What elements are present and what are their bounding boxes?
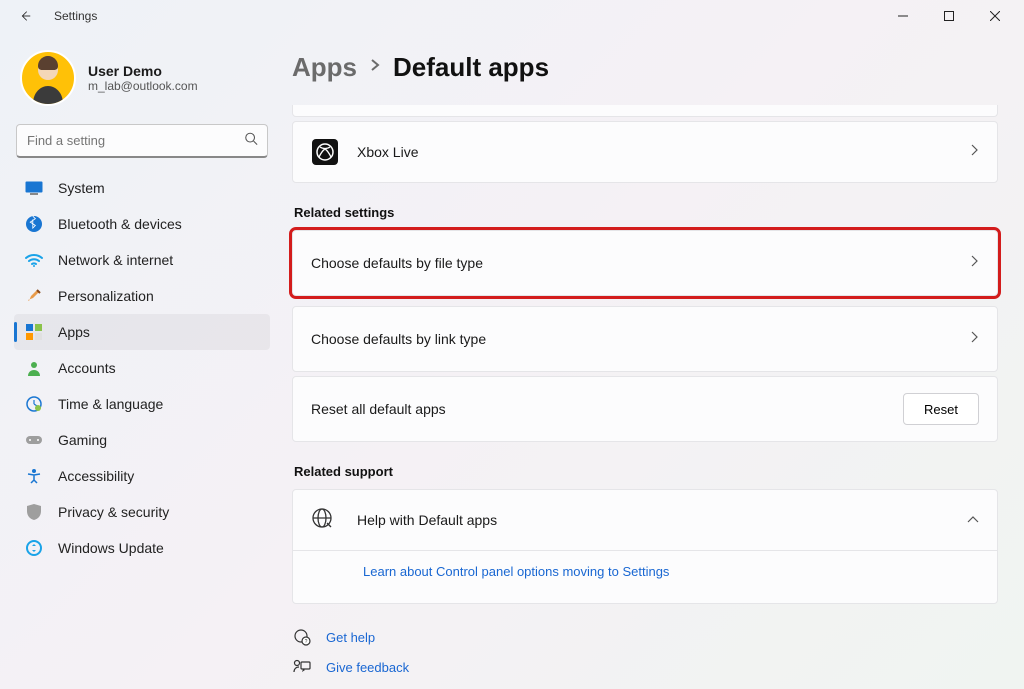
search-input[interactable] — [16, 124, 268, 158]
section-related-support: Related support — [294, 464, 998, 479]
reset-label: Reset all default apps — [311, 401, 903, 417]
breadcrumb-parent[interactable]: Apps — [292, 52, 357, 83]
chevron-up-icon — [967, 511, 979, 529]
nav-label: Gaming — [58, 432, 107, 448]
system-icon — [24, 178, 44, 198]
chevron-right-icon — [971, 143, 979, 161]
nav-label: Accounts — [58, 360, 116, 376]
maximize-button[interactable] — [926, 0, 972, 32]
nav-label: Accessibility — [58, 468, 134, 484]
nav-network[interactable]: Network & internet — [14, 242, 270, 278]
nav-accounts[interactable]: Accounts — [14, 350, 270, 386]
help-chat-icon: ? — [292, 628, 312, 646]
nav-label: Bluetooth & devices — [58, 216, 182, 232]
close-button[interactable] — [972, 0, 1018, 32]
window-title: Settings — [54, 9, 97, 23]
breadcrumb-current: Default apps — [393, 52, 549, 83]
update-icon — [24, 538, 44, 558]
nav-label: Apps — [58, 324, 90, 340]
nav-accessibility[interactable]: Accessibility — [14, 458, 270, 494]
choose-defaults-file-type[interactable]: Choose defaults by file type — [292, 230, 998, 296]
globe-icon — [311, 507, 339, 534]
row-label: Choose defaults by file type — [311, 255, 971, 271]
arrow-left-icon — [18, 9, 32, 23]
nav-label: System — [58, 180, 105, 196]
search-icon — [244, 132, 258, 151]
svg-text:?: ? — [305, 639, 308, 645]
search-box — [16, 124, 268, 158]
gamepad-icon — [24, 430, 44, 450]
bluetooth-icon — [24, 214, 44, 234]
sidebar: User Demo m_lab@outlook.com System Bluet… — [0, 32, 280, 689]
reset-button[interactable]: Reset — [903, 393, 979, 425]
get-help-link[interactable]: ? Get help — [292, 622, 998, 652]
person-icon — [24, 358, 44, 378]
maximize-icon — [944, 11, 954, 21]
feedback-icon — [292, 659, 312, 675]
close-icon — [990, 11, 1000, 21]
nav-label: Privacy & security — [58, 504, 169, 520]
brush-icon — [24, 286, 44, 306]
nav-label: Personalization — [58, 288, 154, 304]
help-title: Help with Default apps — [357, 512, 967, 528]
window-controls — [880, 0, 1018, 32]
globe-clock-icon — [24, 394, 44, 414]
nav-label: Time & language — [58, 396, 163, 412]
nav-label: Network & internet — [58, 252, 173, 268]
app-label: Xbox Live — [357, 144, 971, 160]
app-row-xbox-live[interactable]: Xbox Live — [292, 121, 998, 183]
nav-label: Windows Update — [58, 540, 164, 556]
nav-privacy[interactable]: Privacy & security — [14, 494, 270, 530]
main-content: Apps Default apps Xbox Live Related sett… — [280, 32, 1024, 689]
nav-bluetooth[interactable]: Bluetooth & devices — [14, 206, 270, 242]
title-bar: Settings — [0, 0, 1024, 32]
nav-personalization[interactable]: Personalization — [14, 278, 270, 314]
row-label: Choose defaults by link type — [311, 331, 971, 347]
back-button[interactable] — [14, 5, 36, 27]
nav-apps[interactable]: Apps — [14, 314, 270, 350]
link-text: Get help — [326, 630, 375, 645]
list-stub-bottom — [292, 105, 998, 117]
nav-time-language[interactable]: Time & language — [14, 386, 270, 422]
link-text: Give feedback — [326, 660, 409, 675]
chevron-right-icon — [369, 57, 381, 78]
chevron-right-icon — [971, 254, 979, 272]
help-header[interactable]: Help with Default apps — [293, 490, 997, 550]
user-name: User Demo — [88, 63, 198, 79]
breadcrumb: Apps Default apps — [292, 52, 998, 83]
accessibility-icon — [24, 466, 44, 486]
nav-list: System Bluetooth & devices Network & int… — [14, 170, 270, 566]
xbox-icon — [311, 138, 339, 166]
footer-links: ? Get help Give feedback — [292, 622, 998, 682]
section-related-settings: Related settings — [294, 205, 998, 220]
choose-defaults-link-type[interactable]: Choose defaults by link type — [292, 306, 998, 372]
avatar — [20, 50, 76, 106]
shield-icon — [24, 502, 44, 522]
chevron-right-icon — [971, 330, 979, 348]
nav-system[interactable]: System — [14, 170, 270, 206]
minimize-icon — [898, 11, 908, 21]
nav-windows-update[interactable]: Windows Update — [14, 530, 270, 566]
minimize-button[interactable] — [880, 0, 926, 32]
help-link[interactable]: Learn about Control panel options moving… — [363, 564, 669, 579]
give-feedback-link[interactable]: Give feedback — [292, 652, 998, 682]
wifi-icon — [24, 250, 44, 270]
nav-gaming[interactable]: Gaming — [14, 422, 270, 458]
reset-defaults-row: Reset all default apps Reset — [292, 376, 998, 442]
user-profile[interactable]: User Demo m_lab@outlook.com — [14, 42, 270, 120]
user-email: m_lab@outlook.com — [88, 79, 198, 93]
help-card: Help with Default apps Learn about Contr… — [292, 489, 998, 604]
apps-icon — [24, 322, 44, 342]
